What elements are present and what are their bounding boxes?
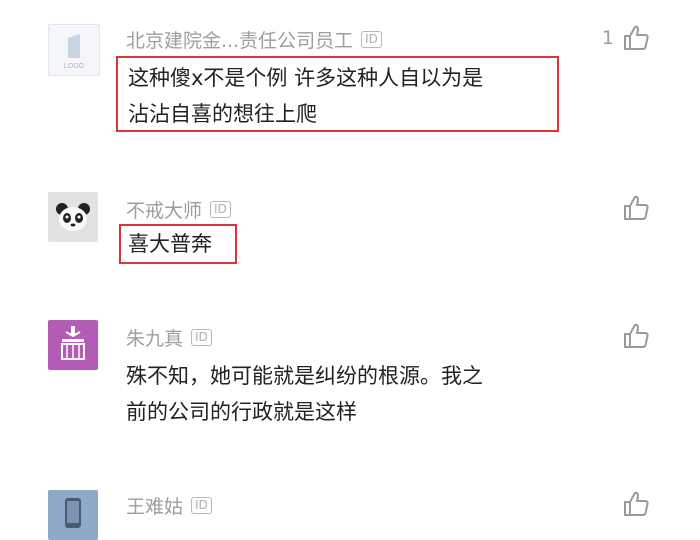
panda-avatar-icon bbox=[56, 203, 90, 231]
thumbs-up-icon bbox=[624, 195, 649, 220]
comment-text-line: 殊不知，她可能就是纠纷的根源。我之 bbox=[126, 364, 483, 388]
like-button[interactable] bbox=[622, 194, 650, 222]
like-button[interactable]: 1 bbox=[602, 24, 650, 52]
username-text: 北京建院金...责任公司员工 bbox=[126, 30, 354, 52]
like-button[interactable] bbox=[622, 322, 650, 350]
username-text: 朱九真 bbox=[126, 328, 184, 350]
comment-text: 这种傻x不是个例 许多这种人自以为是 沾沾自喜的想往上爬 bbox=[116, 56, 559, 132]
id-badge-icon: ID bbox=[191, 497, 212, 514]
comment-text-line: 沾沾自喜的想往上爬 bbox=[128, 102, 317, 126]
phone-avatar-icon bbox=[65, 498, 81, 528]
thumbs-up-icon bbox=[624, 25, 649, 50]
id-badge-icon: ID bbox=[191, 329, 212, 346]
avatar[interactable]: LOGO bbox=[48, 24, 100, 76]
thumbs-up-icon bbox=[624, 323, 649, 348]
comment-username[interactable]: 不戒大师 ID bbox=[126, 196, 231, 223]
comment-text: 殊不知，她可能就是纠纷的根源。我之 前的公司的行政就是这样 bbox=[126, 358, 566, 430]
logo-placeholder-icon: LOGO bbox=[64, 34, 85, 70]
thumbs-up-icon bbox=[624, 491, 649, 516]
crane-avatar-icon bbox=[61, 326, 85, 360]
avatar-label: LOGO bbox=[64, 63, 85, 70]
comment-item: 王难姑 ID bbox=[0, 470, 700, 540]
comment-item: 朱九真 ID 殊不知，她可能就是纠纷的根源。我之 前的公司的行政就是这样 bbox=[0, 300, 700, 470]
comment-item: LOGO 北京建院金...责任公司员工 ID 这种傻x不是个例 许多这种人自以为… bbox=[0, 0, 700, 160]
comment-username[interactable]: 北京建院金...责任公司员工 ID bbox=[126, 26, 382, 53]
comment-text-line: 这种傻x不是个例 许多这种人自以为是 bbox=[128, 66, 484, 90]
like-button[interactable] bbox=[622, 490, 650, 518]
like-count: 1 bbox=[601, 27, 614, 49]
id-badge-icon: ID bbox=[361, 31, 382, 48]
id-badge-icon: ID bbox=[210, 201, 231, 218]
comment-username[interactable]: 王难姑 ID bbox=[126, 492, 212, 519]
avatar[interactable] bbox=[48, 490, 98, 540]
avatar[interactable] bbox=[48, 192, 98, 242]
comment-text-line: 喜大普奔 bbox=[128, 232, 212, 256]
comment-item: 不戒大师 ID 喜大普奔 bbox=[0, 160, 700, 300]
comment-username[interactable]: 朱九真 ID bbox=[126, 324, 212, 351]
avatar[interactable] bbox=[48, 320, 98, 370]
comment-text: 喜大普奔 bbox=[119, 224, 237, 264]
username-text: 不戒大师 bbox=[126, 200, 203, 222]
username-text: 王难姑 bbox=[126, 496, 184, 518]
comment-text-line: 前的公司的行政就是这样 bbox=[126, 400, 357, 424]
